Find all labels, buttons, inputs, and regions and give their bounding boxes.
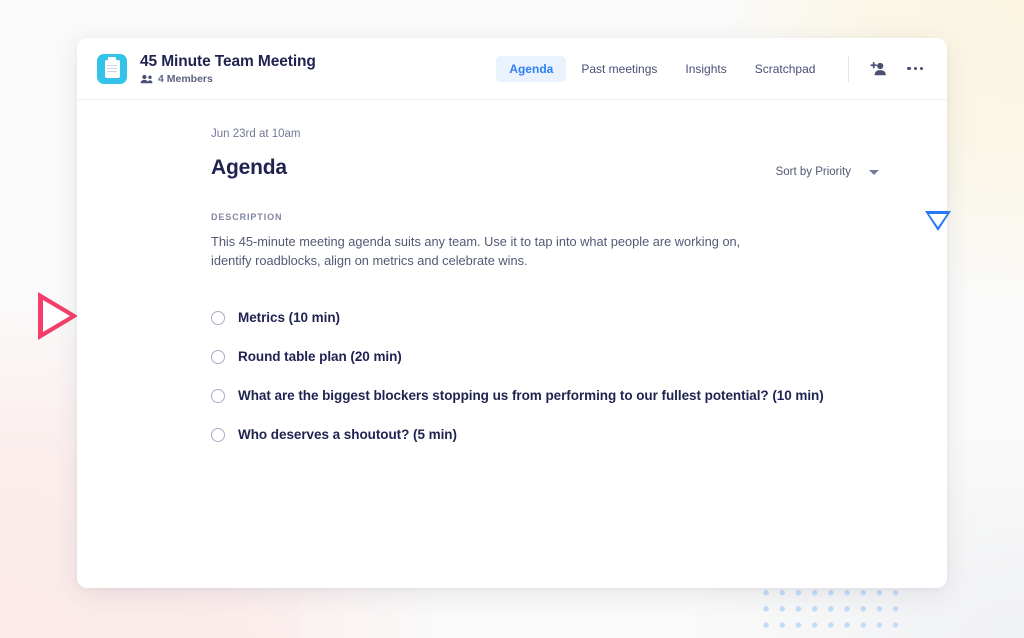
- tab-scratchpad[interactable]: Scratchpad: [742, 56, 829, 82]
- page-title: 45 Minute Team Meeting: [140, 52, 316, 70]
- more-options-button[interactable]: [905, 63, 925, 74]
- tab-insights[interactable]: Insights: [672, 56, 739, 82]
- checkbox-icon[interactable]: [211, 388, 225, 403]
- agenda-item-label: What are the biggest blockers stopping u…: [238, 388, 824, 403]
- clipboard-icon: [97, 53, 127, 84]
- chevron-down-icon: [869, 169, 879, 175]
- more-dot: [907, 66, 911, 71]
- agenda-item-label: Round table plan (20 min): [238, 349, 402, 364]
- blue-triangle-inner-icon: [929, 214, 947, 227]
- meeting-card: 45 Minute Team Meeting 4 Members Agenda …: [77, 38, 947, 588]
- title-block: 45 Minute Team Meeting 4 Members: [140, 53, 316, 85]
- tab-agenda[interactable]: Agenda: [496, 55, 567, 82]
- checkbox-icon[interactable]: [211, 349, 225, 364]
- description-label: DESCRIPTION: [211, 212, 283, 222]
- agenda-item-label: Metrics (10 min): [238, 310, 340, 325]
- card-body: Jun 23rd at 10am Agenda Sort by Priority…: [77, 100, 947, 442]
- checkbox-icon[interactable]: [211, 427, 225, 442]
- agenda-item-label: Who deserves a shoutout? (5 min): [238, 427, 457, 442]
- tab-past-meetings[interactable]: Past meetings: [568, 56, 670, 82]
- more-dot: [913, 66, 917, 71]
- more-dot: [919, 66, 923, 71]
- people-icon: [140, 74, 153, 83]
- agenda-item[interactable]: What are the biggest blockers stopping u…: [211, 388, 907, 403]
- sort-label: Sort by Priority: [775, 166, 851, 178]
- checkbox-icon[interactable]: [211, 310, 225, 325]
- add-person-icon: [870, 61, 886, 75]
- agenda-header-row: Agenda Sort by Priority: [211, 156, 907, 180]
- agenda-title: Agenda: [211, 156, 287, 179]
- agenda-item[interactable]: Round table plan (20 min): [211, 349, 907, 364]
- description-text: This 45-minute meeting agenda suits any …: [211, 234, 741, 268]
- sort-dropdown[interactable]: Sort by Priority: [776, 166, 879, 178]
- agenda-items-list: Metrics (10 min) Round table plan (20 mi…: [211, 310, 907, 442]
- members-count-label: 4 Members: [158, 72, 213, 85]
- header-divider: [848, 55, 850, 82]
- add-person-button[interactable]: [867, 58, 889, 80]
- pink-triangle-inner-icon: [43, 300, 70, 332]
- members-row[interactable]: 4 Members: [140, 73, 316, 85]
- meeting-date: Jun 23rd at 10am: [211, 128, 301, 140]
- navigation-tabs: Agenda Past meetings Insights Scratchpad: [496, 55, 925, 82]
- card-header: 45 Minute Team Meeting 4 Members Agenda …: [77, 38, 947, 100]
- agenda-item[interactable]: Metrics (10 min): [211, 310, 907, 325]
- agenda-item[interactable]: Who deserves a shoutout? (5 min): [211, 427, 907, 442]
